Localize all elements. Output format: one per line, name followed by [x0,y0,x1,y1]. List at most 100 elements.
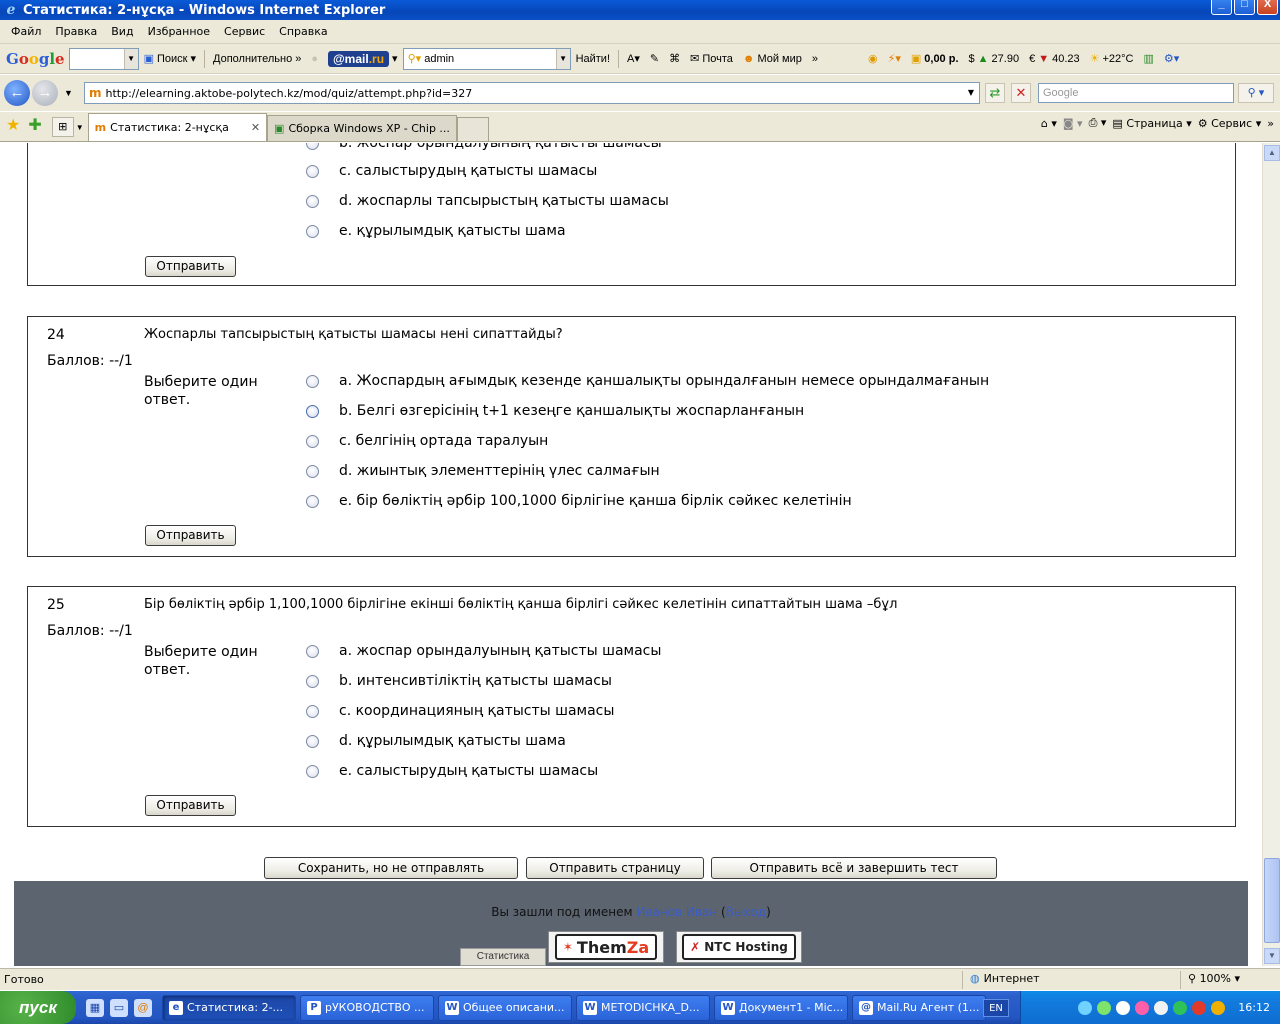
icq-icon[interactable] [1097,1000,1112,1015]
volume-icon[interactable] [1154,1000,1169,1015]
radio-button[interactable] [306,164,319,178]
save-without-submit-button[interactable]: Сохранить, но не отправлять [264,857,518,879]
taskbar-item-mailru-agent[interactable]: @ Mail.Ru Агент (1... [852,994,986,1021]
zoom-control[interactable]: ⚲ 100% ▾ [1188,972,1240,985]
rss-icon[interactable]: ⚡▾ [888,52,901,65]
answer-24-c[interactable]: c. белгінің ортада таралуын [306,431,548,451]
tab-list-chevron-icon[interactable]: ▼ [76,123,84,132]
mail-button[interactable]: ✉ Почта [690,52,733,66]
feeds-icon[interactable]: ◙ ▾ [1063,117,1083,130]
statistics-tab[interactable]: Статистика [460,948,546,966]
answer-24-a[interactable]: a. Жоспардың ағымдық кезенде қаншалықты … [306,371,989,391]
radio-button[interactable] [306,674,319,688]
new-tab-button[interactable] [456,117,489,141]
forward-button[interactable]: → [32,80,58,106]
settings-icon[interactable]: ⚙▾ [1164,52,1179,65]
google-search-button[interactable]: ▣ Поиск ▾ [144,52,196,66]
taskbar-item-guide[interactable]: PрУКОВОДСТВО ... [300,994,434,1021]
quick-tabs-icon[interactable]: ⊞ [51,117,74,137]
print-icon[interactable]: ⎙ ▾ [1089,116,1107,130]
tools-menu[interactable]: ⚙ Сервис ▾ [1198,117,1262,130]
chevron-down-icon[interactable]: ▼ [963,83,979,103]
mail-agent-icon[interactable]: @ [134,998,152,1017]
menu-help[interactable]: Справка [272,25,334,38]
eur-rate[interactable]: € ▼ 40.23 [1029,53,1080,65]
radio-button[interactable] [306,434,319,448]
chevron-down-icon[interactable]: ▼ [555,48,570,69]
radio-button[interactable] [306,464,319,478]
more-chevron-icon[interactable]: » [1267,117,1274,130]
menu-tools[interactable]: Сервис [217,25,272,38]
find-button[interactable]: Найти! [576,53,610,65]
user-search-combo[interactable]: ⚲▾ admin ▼ [402,47,571,70]
radio-button[interactable] [306,764,319,778]
submit-question-24-button[interactable]: Отправить [145,525,236,546]
radio-button[interactable] [306,494,319,508]
radio-button[interactable] [306,404,319,418]
stop-button[interactable]: ✕ [1011,83,1031,103]
more-chevron-icon[interactable]: » [812,53,818,65]
more-button[interactable]: Дополнительно » [213,53,301,65]
url-input[interactable]: m http://elearning.aktobe-polytech.kz/mo… [84,82,980,104]
agent-icon[interactable]: ◉ [868,52,878,65]
menu-edit[interactable]: Правка [48,25,104,38]
radio-button[interactable] [306,644,319,658]
language-indicator[interactable]: EN [983,999,1009,1017]
radio-button[interactable] [306,374,319,388]
taskbar-item-document1[interactable]: W Документ1 - Mic... [714,994,848,1021]
answer-25-e[interactable]: e. салыстырудың қатысты шамасы [306,761,598,781]
ntc-hosting-logo-link[interactable]: ✗ NTC Hosting [676,931,802,963]
taskbar-item-metodichka[interactable]: W METODICHKA_D... [576,994,710,1021]
submit-page-button[interactable]: Отправить страницу [526,857,704,879]
close-window-button[interactable]: X [1257,0,1278,15]
menu-favorites[interactable]: Избранное [141,25,217,38]
usd-rate[interactable]: $ ▲ 27.90 [969,53,1020,65]
start-button[interactable]: пуск [0,991,76,1024]
user-profile-link[interactable]: Иванов Иван [636,905,717,919]
show-desktop-icon[interactable]: ▭ [110,998,128,1017]
network-icon[interactable] [1078,1000,1093,1015]
answer-23-e[interactable]: e. құрылымдық қатысты шама [306,221,566,241]
page-scrollbar[interactable]: ▲ ▼ [1262,143,1280,966]
page-menu[interactable]: ▤ Страница ▾ [1112,117,1191,130]
answer-23-b[interactable]: b. жоспар орындалуының қатысты шамасы [306,143,662,153]
minimize-button[interactable]: _ [1211,0,1232,15]
home-icon[interactable]: ⌂ ▾ [1041,117,1057,130]
logout-link[interactable]: Выход [726,905,766,919]
mailru-logo[interactable]: @mail.ru ▾ [327,50,398,67]
taskbar-item-description[interactable]: W Общее описани... [438,994,572,1021]
answer-25-c[interactable]: c. координацияның қатысты шамасы [306,701,614,721]
radio-button[interactable] [306,734,319,748]
taskbar-item-statistics[interactable]: e Статистика: 2-... [162,994,296,1021]
scroll-down-icon[interactable]: ▼ [1264,948,1280,964]
highlighter-icon[interactable]: ✎ [650,52,659,65]
submit-all-finish-button[interactable]: Отправить всё и завершить тест [711,857,997,879]
antivirus-icon[interactable] [1192,1000,1207,1015]
favorites-star-icon[interactable]: ★ [6,115,20,135]
radio-button[interactable] [306,143,319,150]
radio-button[interactable] [306,224,319,238]
answer-25-d[interactable]: d. құрылымдық қатысты шама [306,731,566,751]
add-favorite-icon[interactable]: ✚ [28,115,41,135]
balance-widget[interactable]: ▣ 0,00 р. [911,52,959,66]
radio-button[interactable] [306,194,319,208]
myworld-button[interactable]: ☻ Мой мир [743,53,802,65]
menu-file[interactable]: Файл [4,25,48,38]
tab-chip[interactable]: ▣ Сборка Windows XP - Chip ... [267,115,457,141]
answer-25-a[interactable]: a. жоспар орындалуының қатысты шамасы [306,641,661,661]
submit-question-23-button[interactable]: Отправить [145,256,236,277]
answer-25-b[interactable]: b. интенсивтіліктің қатысты шамасы [306,671,612,691]
answer-24-b[interactable]: b. Белгі өзгерісінің t+1 кезеңге қаншалы… [306,401,804,421]
close-tab-icon[interactable]: ✕ [251,121,260,134]
answer-23-c[interactable]: c. салыстырудың қатысты шамасы [306,161,597,181]
translate-icon[interactable]: ⌘ [669,52,680,65]
answer-23-d[interactable]: d. жоспарлы тапсырыстың қатысты шамасы [306,191,669,211]
chevron-down-icon[interactable]: ▼ [123,48,138,69]
menu-view[interactable]: Вид [104,25,140,38]
themza-logo-link[interactable]: ✶ ThemZa [548,931,664,963]
answer-24-e[interactable]: e. бір бөліктің әрбір 100,1000 бірлігіне… [306,491,852,511]
back-button[interactable]: ← [4,80,30,106]
refresh-button[interactable]: ⇄ [985,83,1005,103]
maximize-button[interactable]: □ [1234,0,1255,15]
web-search-button[interactable]: ⚲ ▾ [1238,83,1274,103]
